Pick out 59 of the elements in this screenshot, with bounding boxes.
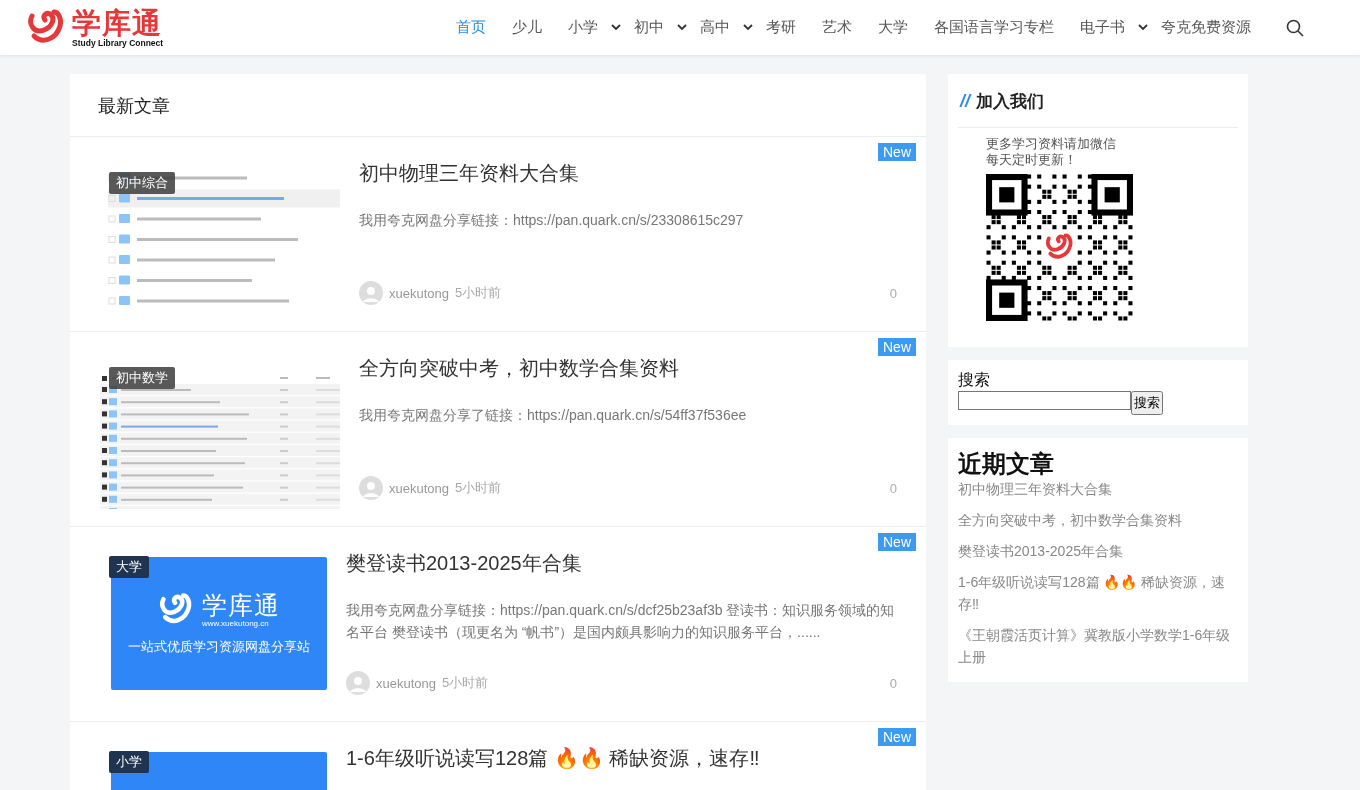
search-button[interactable]: 搜索: [1131, 391, 1163, 415]
category-tag[interactable]: 初中数学: [109, 367, 175, 389]
recent-post-link[interactable]: 全方向突破中考，初中数学合集资料: [958, 509, 1238, 531]
post-title[interactable]: 全方向突破中考，初中数学合集资料: [359, 354, 896, 382]
category-tag[interactable]: 小学: [109, 751, 149, 773]
new-badge: New: [878, 728, 916, 746]
section-title: 最新文章: [70, 74, 926, 137]
avatar-icon: [359, 476, 383, 500]
banner-title: 学库通: [202, 591, 280, 619]
comment-count: 0: [889, 480, 897, 496]
post-time: 5小时前: [455, 479, 502, 497]
nav-link[interactable]: 夸克免费资源: [1148, 18, 1264, 37]
search-field[interactable]: [958, 391, 1131, 410]
nav-link[interactable]: 各国语言学习专栏: [921, 18, 1067, 37]
new-badge: New: [878, 338, 916, 356]
banner-slogan: 一站式优质学习资源网盘分享站: [128, 638, 310, 656]
title-mark: //: [960, 91, 970, 112]
new-badge: New: [878, 533, 916, 551]
nav-link[interactable]: 初中: [621, 18, 677, 37]
category-tag[interactable]: 大学: [109, 556, 149, 578]
nav-link[interactable]: 少儿: [499, 18, 555, 37]
chevron-down-icon[interactable]: [1138, 24, 1148, 31]
post-time: 5小时前: [442, 674, 489, 692]
chevron-down-icon[interactable]: [677, 24, 687, 31]
post-excerpt: 我用夸克网盘分享链接：https://pan.quark.cn/s/dcf25b23af3b 登读书：知识服务领域的知名平台 樊登读书（现更名为 “帆书”）是国内颇具影响力的知识服务平台，......: [346, 601, 896, 642]
post-excerpt: 我用夸克网盘分享了链接：https://pan.quark.cn/s/54ff37f536ee: [359, 406, 748, 425]
avatar-icon: [346, 671, 370, 695]
recent-post-link[interactable]: 樊登读书2013-2025年合集: [958, 540, 1238, 562]
nav-link[interactable]: 艺术: [809, 18, 865, 37]
banner-url: www.xuekutong.cn: [202, 619, 270, 628]
post-time: 5小时前: [455, 284, 502, 302]
logo-tagline: Study Library Connect: [72, 37, 164, 48]
search-icon[interactable]: [1286, 18, 1304, 37]
wechat-note: 更多学习资料请加微信: [986, 136, 1117, 152]
chevron-down-icon[interactable]: [611, 24, 621, 31]
post-title[interactable]: 初中物理三年资料大合集: [359, 159, 896, 187]
nav-link[interactable]: 大学: [865, 18, 921, 37]
recent-post-link[interactable]: 1-6年级听说读写128篇 🔥🔥 稀缺资源，速存‼: [958, 571, 1238, 615]
post-excerpt: 我用夸克网盘分享链接：https://pan.quark.cn/s/23308615c297: [359, 211, 745, 230]
recent-post-link[interactable]: 初中物理三年资料大合集: [958, 478, 1238, 500]
nav-link[interactable]: 考研: [753, 18, 809, 37]
comment-count: 0: [889, 285, 897, 301]
comment-count: 0: [889, 675, 897, 691]
recent-post-link[interactable]: 《王朝霞活页计算》冀教版小学数学1-6年级上册: [958, 624, 1238, 668]
post-title[interactable]: 樊登读书2013-2025年合集: [346, 549, 896, 577]
nav-link[interactable]: 高中: [687, 18, 743, 37]
nav-link[interactable]: 电子书: [1067, 18, 1138, 37]
category-tag[interactable]: 初中综合: [109, 172, 175, 194]
nav-link[interactable]: 小学: [555, 18, 611, 37]
search-label: 搜索: [958, 370, 991, 390]
post-title[interactable]: 1-6年级听说读写128篇 🔥🔥 稀缺资源，速存‼: [346, 744, 896, 772]
logo-text[interactable]: 学库通: [72, 7, 164, 38]
nav-link[interactable]: 首页: [443, 18, 499, 37]
chevron-down-icon[interactable]: [743, 24, 753, 31]
widget-title: 加入我们: [976, 91, 1044, 113]
new-badge: New: [878, 143, 916, 161]
wechat-note: 每天定时更新！: [986, 152, 1078, 168]
widget-title: 近期文章: [958, 450, 1055, 478]
avatar-icon: [359, 281, 383, 305]
